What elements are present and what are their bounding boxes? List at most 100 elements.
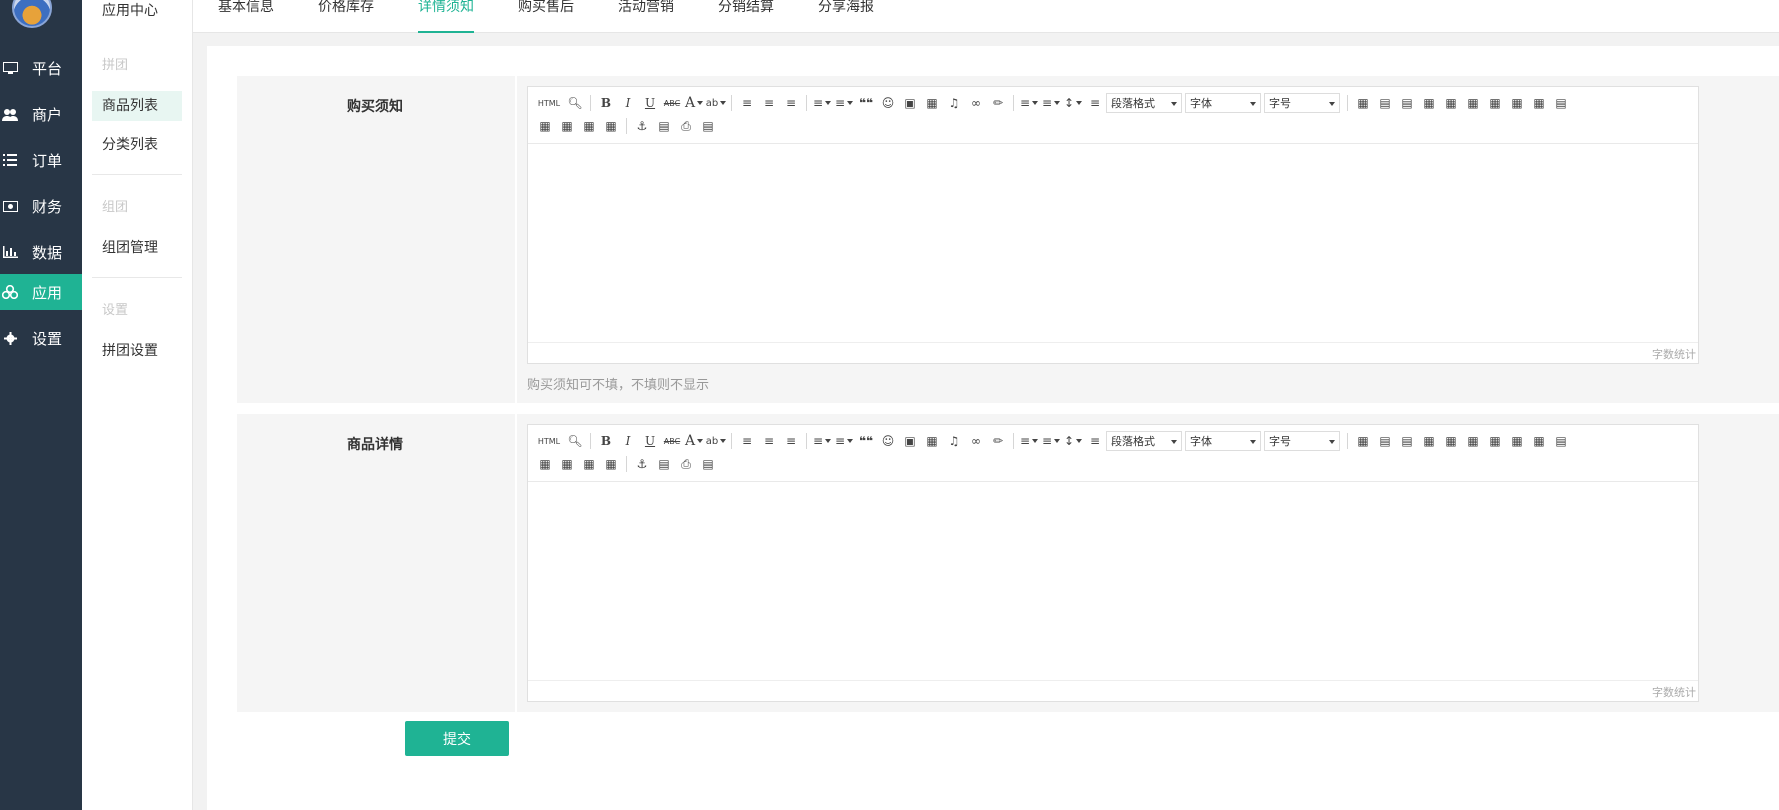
eraser-icon[interactable]: ✏ [989, 432, 1007, 450]
font-family-select[interactable]: 字体 [1185, 431, 1261, 451]
insert-caption-icon[interactable]: ▤ [1398, 432, 1416, 450]
unordered-list-icon[interactable]: ≡ [835, 94, 853, 112]
align-left-icon[interactable]: ≡ [738, 432, 756, 450]
sidebar-item-group-manage[interactable]: 组团管理 [92, 233, 182, 263]
highlight-color-icon[interactable]: ab [706, 432, 725, 450]
nav-item-merchant[interactable]: 商户 [0, 96, 82, 132]
eraser-icon[interactable]: ✏ [989, 94, 1007, 112]
merge-cells-icon[interactable]: ▦ [1486, 94, 1504, 112]
tab-marketing[interactable]: 活动营销 [618, 0, 674, 31]
nav-item-settings[interactable]: 设置 [0, 320, 82, 356]
merge-down-icon[interactable]: ▦ [1530, 432, 1548, 450]
preview-icon[interactable]: 🔍︎ [566, 94, 584, 112]
indent-icon[interactable]: ≡ [1086, 432, 1104, 450]
tab-after-sales[interactable]: 购买售后 [518, 0, 574, 31]
underline-button[interactable]: U [641, 432, 659, 450]
html-source-button[interactable]: HTML [536, 432, 562, 450]
submit-button[interactable]: 提交 [405, 721, 509, 756]
tab-distribution[interactable]: 分销结算 [718, 0, 774, 31]
split-cells-icon[interactable]: ▤ [1552, 94, 1570, 112]
anchor-icon[interactable]: ⚓ [633, 117, 651, 135]
delete-table-icon[interactable]: ▦ [602, 117, 620, 135]
insert-col-icon[interactable]: ▦ [1442, 94, 1460, 112]
italic-button[interactable]: I [619, 94, 637, 112]
editor-content-area[interactable] [528, 144, 1698, 343]
font-color-button[interactable]: A [685, 432, 703, 450]
strikethrough-button[interactable]: ABC [663, 432, 681, 450]
delete-row-icon[interactable]: ▦ [580, 117, 598, 135]
split-cols-icon[interactable]: ▦ [558, 455, 576, 473]
video-icon[interactable]: ▦ [923, 94, 941, 112]
bold-button[interactable]: B [597, 94, 615, 112]
delete-row-icon[interactable]: ▦ [580, 455, 598, 473]
italic-button[interactable]: I [619, 432, 637, 450]
insert-caption-icon[interactable]: ▤ [1398, 94, 1416, 112]
insert-col-icon[interactable]: ▦ [1442, 432, 1460, 450]
line-height-icon[interactable]: ↕ [1064, 94, 1082, 112]
align-center-icon[interactable]: ≡ [760, 432, 778, 450]
page-break-icon[interactable]: ▤ [655, 117, 673, 135]
app-logo[interactable] [12, 0, 52, 28]
sidebar-item-goods-list[interactable]: 商品列表 [92, 91, 182, 121]
link-icon[interactable]: ∞ [967, 94, 985, 112]
tab-price-stock[interactable]: 价格库存 [318, 0, 374, 31]
rich-text-editor[interactable]: HTML 🔍︎ B I U ABC A ab ≡ ≡ ≡ ≡ ≡ ❝❝ ☺ ▣ … [527, 424, 1699, 702]
blockquote-button[interactable]: ❝❝ [857, 432, 875, 450]
insert-table-icon[interactable]: ▦ [1354, 432, 1372, 450]
merge-right-icon[interactable]: ▦ [1508, 94, 1526, 112]
blockquote-button[interactable]: ❝❝ [857, 94, 875, 112]
nav-item-data[interactable]: 数据 [0, 234, 82, 270]
font-size-select[interactable]: 字号 [1264, 431, 1340, 451]
paragraph-format-select[interactable]: 段落格式 [1106, 93, 1182, 113]
merge-right-icon[interactable]: ▦ [1508, 432, 1526, 450]
emoji-icon[interactable]: ☺ [879, 432, 897, 450]
align-left-icon[interactable]: ≡ [738, 94, 756, 112]
html-source-button[interactable]: HTML [536, 94, 562, 112]
rich-text-editor[interactable]: HTML 🔍︎ B I U ABC A ab ≡ ≡ ≡ ≡ ≡ ❝❝ ☺ ▣ … [527, 86, 1699, 364]
table-props-icon[interactable]: ▤ [1376, 432, 1394, 450]
font-size-select[interactable]: 字号 [1264, 93, 1340, 113]
print-icon[interactable]: ⎙ [677, 117, 695, 135]
image-icon[interactable]: ▣ [901, 432, 919, 450]
page-break-icon[interactable]: ▤ [655, 455, 673, 473]
row-spacing-bottom-icon[interactable]: ≡ [1042, 94, 1060, 112]
merge-down-icon[interactable]: ▦ [1530, 94, 1548, 112]
align-right-icon[interactable]: ≡ [782, 94, 800, 112]
ordered-list-icon[interactable]: ≡ [813, 432, 831, 450]
paste-plain-icon[interactable]: ▤ [699, 117, 717, 135]
line-height-icon[interactable]: ↕ [1064, 432, 1082, 450]
nav-item-order[interactable]: 订单 [0, 142, 82, 178]
split-cols-icon[interactable]: ▦ [558, 117, 576, 135]
paragraph-format-select[interactable]: 段落格式 [1106, 431, 1182, 451]
align-right-icon[interactable]: ≡ [782, 432, 800, 450]
sidebar-item-group-settings[interactable]: 拼团设置 [92, 336, 182, 366]
nav-item-app[interactable]: 应用 [0, 274, 82, 310]
tab-share-poster[interactable]: 分享海报 [818, 0, 874, 31]
split-rows-icon[interactable]: ▦ [536, 117, 554, 135]
anchor-icon[interactable]: ⚓ [633, 455, 651, 473]
table-props-icon[interactable]: ▤ [1376, 94, 1394, 112]
tab-detail-notice[interactable]: 详情须知 [418, 0, 474, 33]
tab-basic-info[interactable]: 基本信息 [218, 0, 274, 31]
row-spacing-top-icon[interactable]: ≡ [1020, 432, 1038, 450]
editor-content-area[interactable] [528, 482, 1698, 681]
music-icon[interactable]: ♫ [945, 94, 963, 112]
link-icon[interactable]: ∞ [967, 432, 985, 450]
delete-col-icon[interactable]: ▦ [1464, 432, 1482, 450]
delete-table-icon[interactable]: ▦ [602, 455, 620, 473]
unordered-list-icon[interactable]: ≡ [835, 432, 853, 450]
highlight-color-icon[interactable]: ab [706, 94, 725, 112]
music-icon[interactable]: ♫ [945, 432, 963, 450]
nav-item-finance[interactable]: 财务 [0, 188, 82, 224]
font-family-select[interactable]: 字体 [1185, 93, 1261, 113]
row-spacing-top-icon[interactable]: ≡ [1020, 94, 1038, 112]
row-spacing-bottom-icon[interactable]: ≡ [1042, 432, 1060, 450]
image-icon[interactable]: ▣ [901, 94, 919, 112]
indent-icon[interactable]: ≡ [1086, 94, 1104, 112]
print-icon[interactable]: ⎙ [677, 455, 695, 473]
split-cells-icon[interactable]: ▤ [1552, 432, 1570, 450]
video-icon[interactable]: ▦ [923, 432, 941, 450]
emoji-icon[interactable]: ☺ [879, 94, 897, 112]
delete-col-icon[interactable]: ▦ [1464, 94, 1482, 112]
insert-row-icon[interactable]: ▦ [1420, 94, 1438, 112]
